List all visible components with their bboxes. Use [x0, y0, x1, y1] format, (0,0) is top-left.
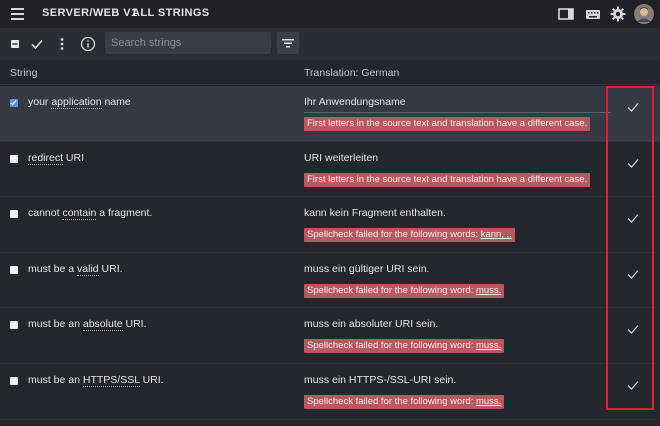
table-row[interactable]: must be an HTTPS/SSL URI. muss ein HTTPS-… — [0, 364, 660, 420]
approve-checkmark-icon[interactable] — [626, 378, 640, 392]
glossary-term[interactable]: HTTPS/SSL — [82, 374, 140, 387]
source-string: cannot contain a fragment. — [28, 207, 153, 221]
source-text-part: a fragment. — [96, 207, 153, 220]
table-header: String Translation: German — [0, 60, 660, 85]
translation-text[interactable]: muss ein absoluter URI sein. — [304, 318, 438, 330]
source-text-part: URI. — [139, 374, 164, 386]
glossary-term[interactable]: absolute — [82, 318, 123, 332]
source-text-part: cannot — [28, 207, 63, 220]
source-text-part: URI. — [98, 262, 123, 275]
more-vertical-icon[interactable] — [53, 35, 71, 53]
source-string: must be an absolute URI. — [28, 318, 147, 332]
translation-text[interactable]: Ihr Anwendungsname — [304, 96, 406, 108]
approve-checkmark-icon[interactable] — [626, 267, 640, 281]
glossary-term[interactable]: application — [51, 96, 102, 109]
glossary-term[interactable]: valid — [77, 262, 99, 276]
qa-warning-text: First letters in the source text and tra… — [307, 118, 588, 129]
search-input[interactable] — [105, 32, 271, 54]
translation-text[interactable]: muss ein HTTPS-/SSL-URI sein. — [304, 374, 456, 386]
source-string: redirect URI — [28, 151, 85, 165]
top-bar: SERVER/WEB V1 ALL STRINGS — [0, 0, 660, 28]
source-text-part: must be an — [28, 374, 83, 386]
row-checkbox[interactable] — [10, 265, 18, 274]
row-checkbox[interactable] — [10, 154, 18, 163]
approve-checkmark-icon[interactable] — [626, 156, 640, 170]
qa-warning-badge: Spellcheck failed for the following word… — [304, 283, 505, 298]
table-row[interactable]: cannot contain a fragment. kann kein Frag… — [0, 197, 660, 253]
toolbar — [0, 28, 660, 60]
row-checkbox[interactable] — [10, 99, 18, 107]
approve-checkmark-icon[interactable] — [626, 211, 640, 225]
qa-warning-words: muss. — [475, 340, 502, 352]
filter-button[interactable] — [277, 32, 299, 54]
keyboard-icon[interactable] — [584, 5, 602, 23]
qa-warning-badge: Spellcheck failed for the following word… — [304, 228, 515, 243]
source-text-part: your — [28, 96, 52, 108]
translation-text[interactable]: URI weiterleiten — [304, 152, 378, 164]
column-header-translation: Translation: German — [304, 67, 400, 79]
qa-warning-text: Spellcheck failed for the following word… — [307, 229, 481, 241]
menu-icon[interactable] — [11, 8, 24, 20]
row-checkbox[interactable] — [10, 210, 18, 219]
sidebar-layout-icon[interactable] — [557, 5, 575, 23]
table-row[interactable]: redirect URI URI weiterleiten First letter… — [0, 142, 660, 198]
table-row[interactable]: must be an absolute URI. muss ein absolut… — [0, 308, 660, 364]
approve-checkmark-icon[interactable] — [626, 322, 640, 336]
qa-warning-text: Spellcheck failed for the following word… — [307, 396, 476, 407]
approve-checkmark-icon[interactable] — [626, 100, 640, 114]
row-checkbox[interactable] — [10, 321, 18, 330]
source-string: must be a valid URI. — [28, 262, 123, 276]
source-string: your application name — [28, 96, 131, 109]
qa-warning-words: muss. — [475, 396, 502, 407]
gear-icon[interactable] — [609, 5, 627, 23]
breadcrumb-project[interactable]: SERVER/WEB V1 — [42, 7, 137, 19]
qa-warning-text: First letters in the source text and tra… — [307, 173, 588, 185]
source-text-part: must be a — [28, 262, 78, 275]
glossary-term[interactable]: contain — [62, 207, 97, 221]
table-row[interactable]: your application name Ihr Anwendungsname F… — [0, 86, 660, 142]
column-header-string: String — [10, 67, 38, 79]
avatar[interactable] — [634, 4, 654, 24]
qa-warning-words: muss. — [475, 284, 502, 296]
source-text-part: URI — [63, 151, 85, 164]
qa-warning-words: kann, ,. — [480, 229, 512, 241]
qa-warning-text: Spellcheck failed for the following word… — [307, 284, 476, 296]
breadcrumb-view[interactable]: ALL STRINGS — [132, 7, 210, 19]
source-text-part: name — [101, 96, 131, 108]
translation-text[interactable]: muss ein gültiger URI sein. — [304, 263, 429, 275]
table-row[interactable]: must be a valid URI. muss ein gültiger UR… — [0, 253, 660, 309]
qa-warning-badge: First letters in the source text and tra… — [304, 117, 591, 131]
source-text-part: URI. — [122, 318, 147, 331]
row-checkbox[interactable] — [10, 377, 18, 385]
translation-text[interactable]: kann kein Fragment enthalten. — [304, 207, 446, 219]
translation-edit-underline — [304, 112, 611, 113]
qa-warning-text: Spellcheck failed for the following word… — [307, 340, 476, 352]
qa-warning-badge: First letters in the source text and tra… — [304, 172, 591, 187]
info-icon[interactable] — [79, 35, 97, 53]
filter-icon — [282, 39, 294, 48]
qa-warning-badge: Spellcheck failed for the following word… — [304, 395, 505, 409]
indeterminate-checkbox-icon[interactable] — [6, 35, 24, 53]
source-text-part: must be an — [28, 318, 83, 331]
glossary-term[interactable]: redirect — [28, 151, 64, 165]
qa-warning-badge: Spellcheck failed for the following word… — [304, 339, 505, 354]
source-string: must be an HTTPS/SSL URI. — [28, 374, 164, 387]
checkmark-icon[interactable] — [28, 35, 46, 53]
